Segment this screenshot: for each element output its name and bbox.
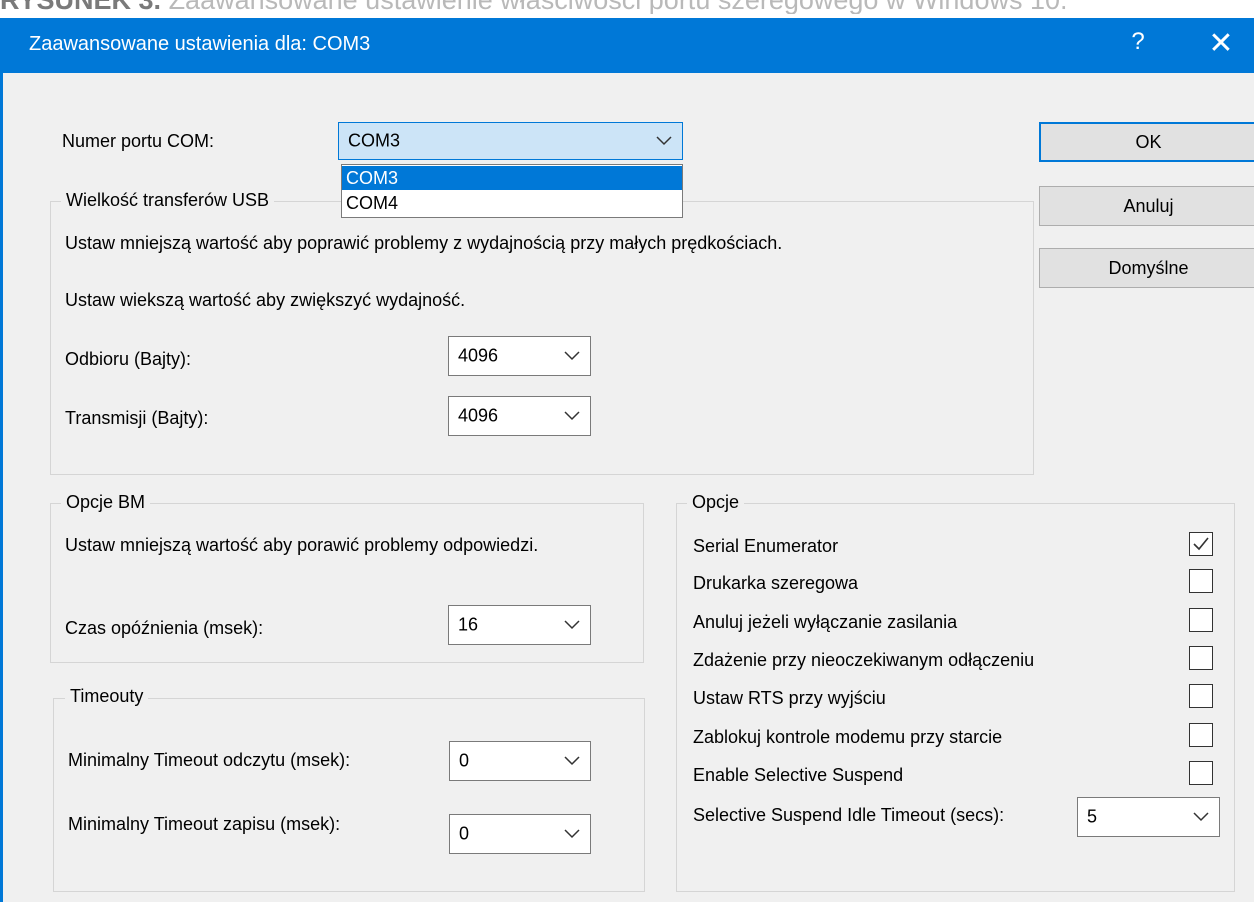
com-port-option-com3[interactable]: COM3: [342, 166, 682, 190]
option-selective-suspend-label: Enable Selective Suspend: [693, 765, 904, 785]
receive-label: Odbioru (Bajty):: [65, 349, 192, 369]
chevron-down-icon: [656, 136, 672, 146]
help-button[interactable]: ?: [1123, 28, 1153, 56]
option-surprise-removal-label: Zdażenie przy nieoczekiwanym odłączeniu: [693, 650, 1035, 670]
option-disable-modem-ctrl-label: Zablokuj kontrole modemu przy starcie: [693, 727, 1003, 747]
option-set-rts-label: Ustaw RTS przy wyjściu: [693, 688, 886, 708]
latency-label: Czas opóźnienia (msek):: [65, 618, 264, 638]
option-disable-modem-ctrl-checkbox[interactable]: [1189, 723, 1213, 747]
timeouts-group: [53, 698, 645, 892]
transmit-label: Transmisji (Bajty):: [65, 408, 209, 428]
read-timeout-select[interactable]: 0: [449, 741, 591, 781]
usb-group-label: Wielkość transferów USB: [61, 190, 275, 211]
bm-hint: Ustaw mniejszą wartość aby porawić probl…: [65, 535, 539, 555]
option-cancel-power-off-checkbox[interactable]: [1189, 608, 1213, 632]
defaults-button[interactable]: Domyślne: [1039, 248, 1254, 288]
write-timeout-label: Minimalny Timeout zapisu (msek):: [68, 814, 341, 834]
ok-button[interactable]: OK: [1039, 122, 1254, 162]
figure-caption: RYSUNEK 3. Zaawansowane ustawienie właśc…: [0, 0, 1254, 14]
transmit-size-select[interactable]: 4096: [448, 396, 591, 436]
option-serial-printer-label: Drukarka szeregowa: [693, 573, 859, 593]
latency-select[interactable]: 16: [448, 605, 591, 645]
com-port-option-com4[interactable]: COM4: [342, 191, 682, 215]
advanced-settings-dialog: Zaawansowane ustawienia dla: COM3 ? ✕ Nu…: [0, 18, 1254, 902]
com-port-select[interactable]: COM3: [338, 122, 683, 160]
timeouts-group-label: Timeouty: [65, 686, 149, 707]
option-selective-suspend-checkbox[interactable]: [1189, 761, 1213, 785]
usb-hint-large: Ustaw wiekszą wartość aby zwiększyć wyda…: [65, 290, 466, 310]
option-set-rts-checkbox[interactable]: [1189, 684, 1213, 708]
chevron-down-icon: [1193, 812, 1209, 822]
suspend-timeout-select[interactable]: 5: [1077, 797, 1220, 837]
dialog-title: Zaawansowane ustawienia dla: COM3: [29, 33, 371, 55]
option-serial-printer-checkbox[interactable]: [1189, 569, 1213, 593]
option-cancel-power-off-label: Anuluj jeżeli wyłączanie zasilania: [693, 612, 958, 632]
com-port-dropdown-list: COM3 COM4: [341, 164, 683, 218]
checkmark-icon: [1193, 537, 1209, 551]
option-serial-enumerator-label: Serial Enumerator: [693, 536, 839, 556]
chevron-down-icon: [564, 411, 580, 421]
option-surprise-removal-checkbox[interactable]: [1189, 646, 1213, 670]
chevron-down-icon: [564, 620, 580, 630]
chevron-down-icon: [564, 351, 580, 361]
bm-group-label: Opcje BM: [61, 492, 151, 513]
usb-hint-small: Ustaw mniejszą wartość aby poprawić prob…: [65, 233, 783, 253]
chevron-down-icon: [564, 756, 580, 766]
option-serial-enumerator-checkbox[interactable]: [1189, 532, 1213, 556]
chevron-down-icon: [564, 829, 580, 839]
close-button[interactable]: ✕: [1203, 26, 1239, 61]
write-timeout-select[interactable]: 0: [449, 814, 591, 854]
options-group-label: Opcje: [687, 492, 745, 513]
receive-size-select[interactable]: 4096: [448, 336, 591, 376]
com-port-label: Numer portu COM:: [62, 131, 215, 151]
cancel-button[interactable]: Anuluj: [1039, 186, 1254, 226]
title-bar: Zaawansowane ustawienia dla: COM3 ? ✕: [3, 18, 1254, 73]
suspend-timeout-label: Selective Suspend Idle Timeout (secs):: [693, 805, 1005, 825]
read-timeout-label: Minimalny Timeout odczytu (msek):: [68, 750, 351, 770]
